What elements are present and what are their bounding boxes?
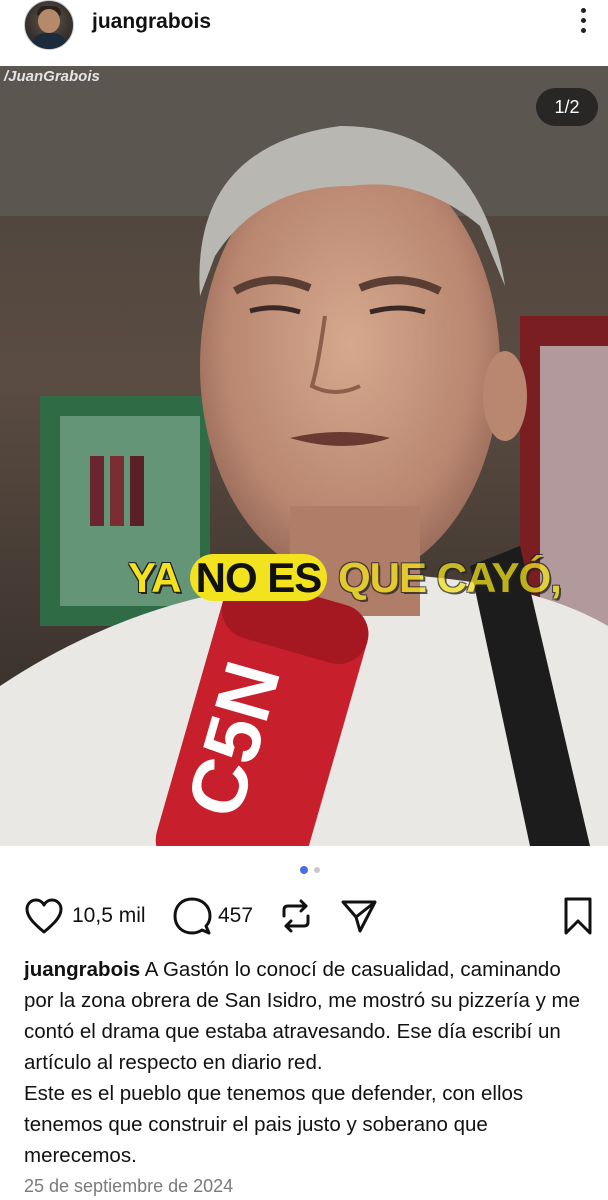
carousel-dot-active <box>300 866 308 874</box>
video-caption: YA NO ES QUE CAYÓ, <box>128 554 562 602</box>
share-icon[interactable] <box>340 898 378 934</box>
watermark-text: /JuanGrabois <box>4 68 100 85</box>
carousel-dot <box>314 867 320 873</box>
post-date: 25 de septiembre de 2024 <box>24 1176 234 1196</box>
caption-word-2: NO ES <box>189 554 328 601</box>
likes-count[interactable]: 10,5 mil <box>72 904 146 928</box>
heart-icon[interactable] <box>24 897 64 935</box>
carousel-indicator <box>300 866 324 874</box>
bookmark-icon[interactable] <box>562 896 594 936</box>
caption-word-3: QUE CAYÓ, <box>327 554 562 601</box>
avatar-face <box>38 9 60 33</box>
action-bar: 10,5 mil 457 <box>0 890 608 942</box>
caption-text-2: Este es el pueblo que tenemos que defend… <box>24 1082 524 1167</box>
post-media[interactable]: C5N /JuanGrabois 1/2 YA NO ES QUE CAYÓ, <box>0 66 608 846</box>
avatar-body <box>31 33 67 49</box>
video-frame: C5N <box>0 66 608 846</box>
caption-word-1: YA <box>128 554 190 601</box>
more-vertical-icon[interactable] <box>578 8 588 38</box>
slide-counter: 1/2 <box>536 88 598 126</box>
repost-icon[interactable] <box>278 896 314 936</box>
avatar[interactable] <box>24 0 74 50</box>
comments-count[interactable]: 457 <box>218 904 253 928</box>
post-header: juangrabois <box>0 0 608 66</box>
username-link[interactable]: juangrabois <box>92 10 211 34</box>
caption-author[interactable]: juangrabois <box>24 958 140 981</box>
post-caption: juangrabois A Gastón lo conocí de casual… <box>24 954 594 1171</box>
comment-icon[interactable] <box>172 896 212 936</box>
